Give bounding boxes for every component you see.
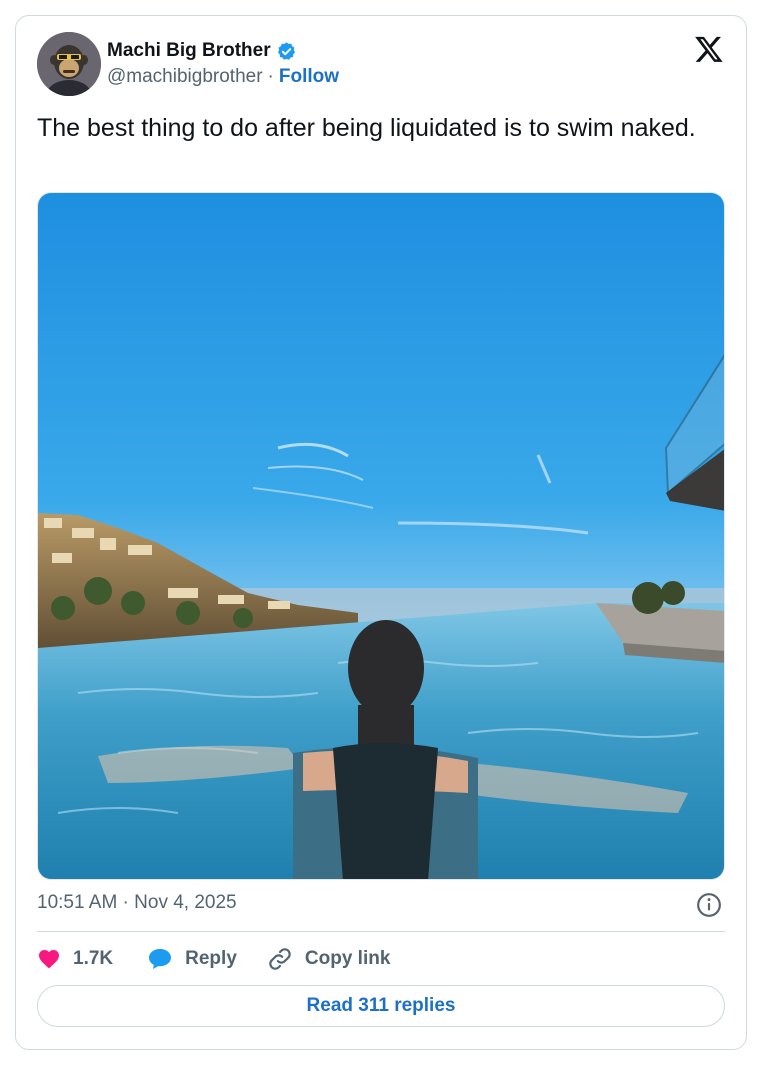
author-display-name[interactable]: Machi Big Brother bbox=[107, 40, 271, 62]
divider bbox=[37, 931, 725, 932]
tweet-text: The best thing to do after being liquida… bbox=[37, 114, 696, 142]
like-count: 1.7K bbox=[73, 948, 114, 969]
tweet-embed-card: Machi Big Brother @machibigbrother · Fol… bbox=[15, 15, 747, 1050]
verified-badge-icon bbox=[277, 41, 295, 60]
copy-link-button[interactable]: Copy link bbox=[267, 946, 391, 972]
follow-link[interactable]: Follow bbox=[279, 66, 339, 88]
tweet-photo[interactable] bbox=[37, 192, 725, 880]
like-button[interactable]: 1.7K bbox=[37, 947, 113, 971]
x-logo-icon[interactable] bbox=[694, 34, 724, 64]
bored-ape-avatar-image bbox=[37, 32, 101, 96]
reply-button[interactable]: Reply bbox=[147, 947, 237, 971]
avatar[interactable] bbox=[37, 32, 101, 96]
link-icon bbox=[269, 948, 291, 970]
speech-bubble-icon bbox=[149, 949, 172, 969]
author-handle[interactable]: @machibigbrother bbox=[107, 66, 263, 88]
heart-icon bbox=[39, 950, 59, 969]
tweet-timestamp[interactable]: 10:51 AM · Nov 4, 2025 bbox=[37, 892, 237, 914]
reply-label: Reply bbox=[185, 948, 237, 969]
tweet-actions: 1.7K Reply Copy link bbox=[37, 944, 390, 974]
info-icon[interactable] bbox=[696, 892, 722, 918]
read-replies-button[interactable]: Read 311 replies bbox=[37, 985, 725, 1027]
separator-dot: · bbox=[267, 66, 274, 87]
infinity-pool-photo bbox=[38, 193, 724, 879]
copy-link-label: Copy link bbox=[304, 948, 391, 969]
author-handle-row: @machibigbrother · Follow bbox=[107, 66, 339, 88]
author-name-row: Machi Big Brother bbox=[107, 38, 297, 64]
